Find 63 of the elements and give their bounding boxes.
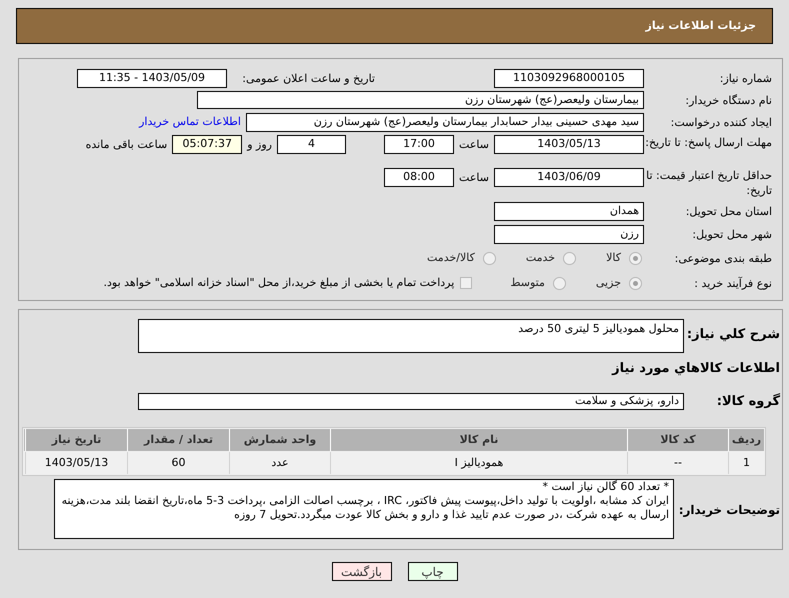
text-field[interactable]: بیمارستان ولیعصر(عج) شهرستان رزن	[197, 91, 644, 109]
text-field[interactable]: سید مهدی حسینی بیدار حسابدار بیمارستان ولیعصر(عج) شهرستان رزن	[246, 112, 644, 132]
back-button[interactable]: بازگشت	[332, 562, 392, 581]
field-label: شهر محل تحویل:	[692, 226, 772, 242]
column-header: تعداد / مقدار	[127, 429, 229, 451]
radio-button[interactable]	[629, 276, 642, 290]
table-cell: 1	[728, 452, 764, 474]
days-label: روز و	[246, 137, 273, 153]
remaining-label: ساعت باقی مانده	[86, 137, 168, 153]
field-label: شرح کلي نیاز:	[686, 326, 780, 342]
field-label: ایجاد کننده درخواست:	[670, 114, 772, 130]
field-label: تاریخ و ساعت اعلان عمومی:	[242, 70, 375, 86]
checkbox-label: پرداخت تمام یا بخشی از مبلغ خرید،از محل "اسناد خزانه اسلامی" خواهد بود.	[104, 274, 454, 291]
buyer-notes-textarea[interactable]	[54, 479, 674, 539]
column-header: واحد شمارش	[229, 429, 330, 451]
print-button[interactable]: چاپ	[408, 562, 458, 581]
field-label: نام دستگاه خریدار:	[685, 92, 772, 108]
text-field[interactable]: 17:00	[384, 135, 454, 154]
section-title: اطلاعات کالاهاي مورد نیاز	[612, 360, 780, 378]
field-label: استان محل تحویل:	[686, 204, 772, 218]
field-label: گروه کالا:	[716, 394, 780, 409]
radio-button[interactable]	[629, 252, 642, 264]
table-cell: همودیالیز I	[330, 452, 627, 474]
radio-label: خدمت	[526, 250, 556, 266]
page-title: جزئیات اطلاعات نیاز	[646, 18, 756, 34]
field-label: شماره نیاز:	[720, 70, 772, 86]
radio-label: کالا	[606, 250, 621, 266]
text-field[interactable]: رزن	[494, 224, 644, 244]
text-field[interactable]: همدان	[494, 202, 644, 220]
text-field[interactable]: 05:07:37	[172, 135, 242, 154]
radio-button[interactable]	[563, 252, 576, 264]
description-textarea[interactable]: محلول همودیالیز 5 لیتری 50 درصد	[138, 319, 684, 353]
radio-label: جزیی	[596, 274, 621, 291]
text-field[interactable]: 1403/06/09	[494, 168, 644, 187]
field-label: طبقه بندی موضوعی:	[674, 250, 772, 266]
column-header: نام کالا	[330, 429, 627, 451]
field-label: توضیحات خریدار:	[678, 502, 780, 518]
radio-label: متوسط	[510, 274, 545, 291]
time-label: ساعت	[458, 137, 490, 153]
buyer-contact-link[interactable]: اطلاعات تماس خریدار	[139, 114, 241, 130]
text-field[interactable]: 1403/05/09 - 11:35	[77, 68, 227, 88]
column-header: کد کالا	[627, 429, 728, 451]
table-cell: 1403/05/13	[25, 452, 127, 474]
field-label: مهلت ارسال پاسخ: تا تاریخ:	[645, 135, 772, 150]
radio-button[interactable]	[552, 276, 566, 290]
text-field[interactable]: 1403/05/13	[494, 135, 644, 154]
notes-text: * تعداد 60 گالن نیاز است *	[541, 480, 669, 494]
radio-label: کالا/خدمت	[427, 250, 475, 266]
checkbox[interactable]	[460, 277, 472, 289]
time-label: ساعت	[458, 170, 490, 186]
column-header: تاریخ نیاز	[25, 429, 127, 451]
table-cell: عدد	[229, 452, 330, 474]
notes-text: ایران کد مشابه ،اولویت با تولید داخل،پیوست پیش فاکتور، IRC ، برچسب اصالت الزامی ،پرداخت 3-5 ماه،تاریخ انقضا بلند مدت،هزینه ارسال به عهده شرکت ،در صورت عدم تایید غذا و دارو و بخش کالا عودت میگردد.تحویل 7 روزه	[60, 494, 669, 522]
radio-button[interactable]	[482, 252, 496, 264]
field-label: حداقل تاریخ اعتبار قیمت: تا تاریخ:	[645, 168, 772, 198]
text-field[interactable]: 4	[277, 135, 346, 154]
text-field[interactable]: 08:00	[384, 168, 454, 187]
field-label: نوع فرآیند خرید :	[694, 276, 772, 290]
text-field[interactable]: 1103092968000105	[494, 68, 644, 88]
table-cell: 60	[127, 452, 229, 474]
text-field[interactable]: دارو، پزشکی و سلامت	[138, 393, 684, 410]
table-cell: --	[627, 452, 728, 474]
column-header: ردیف	[728, 429, 764, 451]
